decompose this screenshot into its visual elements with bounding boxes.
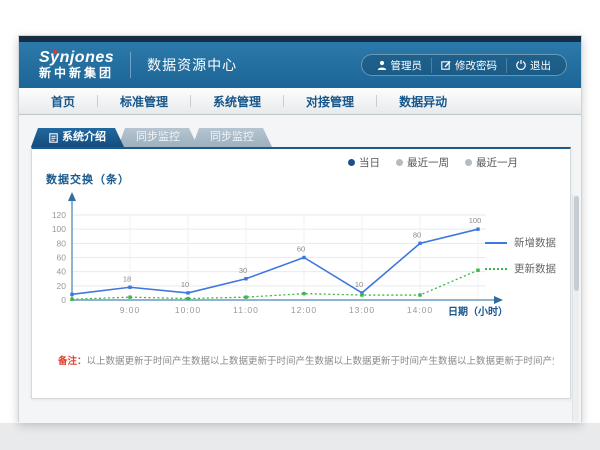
footnote-label: 备注： — [58, 356, 87, 367]
nav-item-integration-management[interactable]: 对接管理 — [284, 93, 376, 110]
scrollbar[interactable] — [572, 195, 579, 421]
footnote: 备注：以上数据更新于时间产生数据以上数据更新于时间产生数据以上数据更新于时间产生… — [58, 353, 554, 367]
svg-text:60: 60 — [57, 253, 67, 263]
legend-label: 新增数据 — [514, 235, 556, 250]
footnote-text: 以上数据更新于时间产生数据以上数据更新于时间产生数据以上数据更新于时间产生数据以… — [87, 356, 554, 367]
user-menu: 管理员 修改密码 退出 — [361, 54, 568, 76]
user-menu-account-label: 管理员 — [391, 58, 423, 73]
radio-dot-selected — [348, 159, 355, 166]
change-password-label: 修改密码 — [455, 58, 497, 73]
app-header: Synjones 新中新集团 数据资源中心 管理员 修改密码 退出 — [19, 42, 581, 88]
tab-sync-monitor-2[interactable]: 同步监控 — [192, 128, 272, 147]
logo-wordmark: Synjones — [39, 50, 114, 67]
power-icon — [516, 60, 526, 70]
svg-text:14:00: 14:00 — [407, 305, 433, 315]
radio-dot — [465, 159, 472, 166]
legend-label: 更新数据 — [514, 261, 556, 276]
scrollbar-thumb[interactable] — [574, 196, 579, 291]
user-icon — [377, 60, 387, 70]
svg-text:13:00: 13:00 — [349, 305, 375, 315]
svg-text:120: 120 — [52, 210, 66, 220]
time-range-option-last-week[interactable]: 最近一周 — [396, 155, 449, 170]
edit-icon — [441, 60, 451, 70]
time-range-option-today[interactable]: 当日 — [348, 155, 380, 170]
logout-label: 退出 — [530, 58, 551, 73]
chart-legend: 新增数据 更新数据 — [485, 235, 556, 276]
tab-label: 同步监控 — [136, 128, 180, 147]
legend-item-new-data[interactable]: 新增数据 — [485, 235, 556, 250]
svg-text:10: 10 — [355, 280, 363, 289]
blue-solid-line-swatch — [485, 242, 507, 244]
time-range-option-last-month[interactable]: 最近一月 — [465, 155, 518, 170]
svg-text:80: 80 — [413, 230, 421, 239]
time-range-label: 当日 — [359, 155, 380, 170]
svg-text:100: 100 — [52, 224, 66, 234]
document-icon — [49, 133, 58, 143]
svg-text:12:00: 12:00 — [291, 305, 317, 315]
tab-sync-monitor-1[interactable]: 同步监控 — [118, 128, 198, 147]
time-range-filter: 当日 最近一周 最近一月 — [348, 155, 518, 170]
logo: Synjones 新中新集团 — [39, 50, 114, 79]
svg-text:18: 18 — [123, 274, 131, 283]
logo-company-name: 新中新集团 — [39, 67, 114, 80]
page-title: 数据资源中心 — [130, 52, 237, 78]
svg-text:10:00: 10:00 — [175, 305, 201, 315]
svg-text:40: 40 — [57, 267, 67, 277]
svg-text:0: 0 — [61, 295, 66, 305]
main-nav: 首页 标准管理 系统管理 对接管理 数据异动 — [19, 88, 581, 115]
svg-text:10: 10 — [181, 280, 189, 289]
time-range-label: 最近一月 — [476, 155, 518, 170]
radio-dot — [396, 159, 403, 166]
nav-item-home[interactable]: 首页 — [29, 93, 97, 110]
svg-text:20: 20 — [57, 281, 67, 291]
tab-label: 系统介绍 — [62, 128, 106, 147]
page: Synjones 新中新集团 数据资源中心 管理员 修改密码 退出 — [0, 0, 600, 450]
page-background-band — [0, 423, 600, 450]
svg-text:60: 60 — [297, 245, 305, 254]
nav-item-data-changes[interactable]: 数据异动 — [377, 93, 469, 110]
time-range-label: 最近一周 — [407, 155, 449, 170]
tab-bar: 系统介绍 同步监控 同步监控 — [19, 115, 581, 147]
svg-text:80: 80 — [57, 238, 67, 248]
user-menu-account[interactable]: 管理员 — [368, 58, 432, 73]
svg-text:日期（小时）: 日期（小时） — [448, 305, 508, 318]
user-menu-change-password[interactable]: 修改密码 — [431, 58, 506, 73]
svg-text:11:00: 11:00 — [233, 305, 259, 315]
app-window: Synjones 新中新集团 数据资源中心 管理员 修改密码 退出 — [18, 35, 582, 422]
svg-text:30: 30 — [239, 266, 247, 275]
line-chart: 0 20 40 60 80 100 120 9:00 10:00 11:00 12:00 13:00 1… — [42, 185, 512, 325]
nav-item-standard-management[interactable]: 标准管理 — [98, 93, 190, 110]
tab-label: 同步监控 — [210, 128, 254, 147]
content-area: 系统介绍 同步监控 同步监控 当日 最近一周 — [19, 115, 581, 423]
green-dotted-line-swatch — [485, 268, 507, 270]
svg-text:100: 100 — [469, 216, 482, 225]
tab-system-intro[interactable]: 系统介绍 — [31, 128, 124, 147]
chart-panel: 当日 最近一周 最近一月 数据交换（条） 0204060801001209:00… — [31, 147, 571, 399]
svg-text:9:00: 9:00 — [120, 305, 141, 315]
nav-item-system-management[interactable]: 系统管理 — [191, 93, 283, 110]
legend-item-updated-data[interactable]: 更新数据 — [485, 261, 556, 276]
user-menu-logout[interactable]: 退出 — [506, 58, 560, 73]
